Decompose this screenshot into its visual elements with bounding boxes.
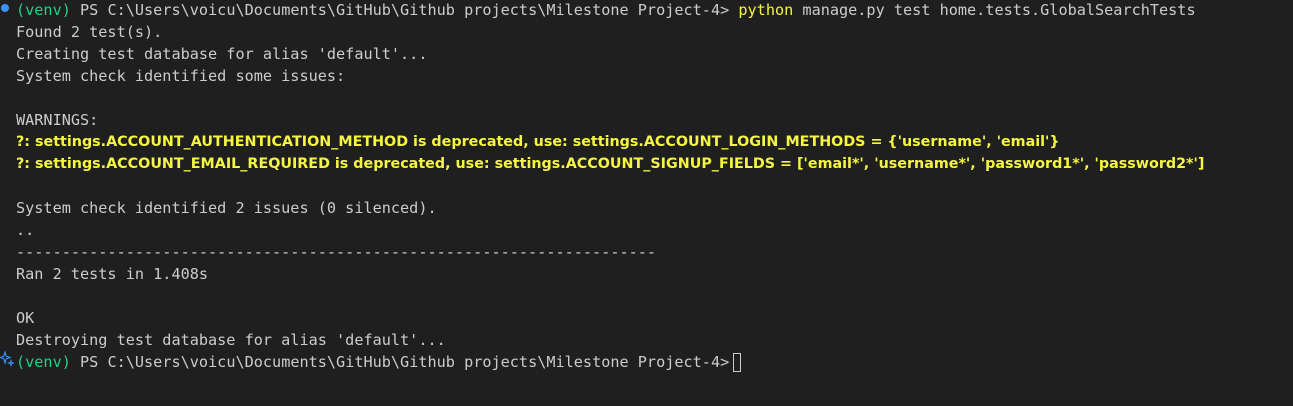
sparkle-icon[interactable] bbox=[0, 351, 14, 367]
output-line-ran: Ran 2 tests in 1.408s bbox=[16, 265, 209, 283]
output-line-warnings-header: WARNINGS: bbox=[16, 111, 99, 129]
output-line-separator: ----------------------------------------… bbox=[16, 243, 657, 261]
output-line-syscheck: System check identified some issues: bbox=[16, 67, 346, 85]
output-line-found: Found 2 test(s). bbox=[16, 23, 163, 41]
command-program: python bbox=[738, 1, 794, 19]
venv-label: (venv) bbox=[16, 1, 71, 19]
output-line-dots: .. bbox=[16, 221, 35, 239]
prompt-path: PS C:\Users\voicu\Documents\GitHub\Githu… bbox=[80, 353, 730, 371]
venv-label: (venv) bbox=[16, 353, 71, 371]
text-cursor[interactable] bbox=[733, 353, 742, 372]
command-line: (venv) PS C:\Users\voicu\Documents\GitHu… bbox=[16, 0, 1196, 21]
prompt-path: PS C:\Users\voicu\Documents\GitHub\Githu… bbox=[80, 1, 730, 19]
output-line-destroying: Destroying test database for alias 'defa… bbox=[16, 331, 446, 349]
output-line-creating: Creating test database for alias 'defaul… bbox=[16, 45, 428, 63]
prompt-line[interactable]: (venv) PS C:\Users\voicu\Documents\GitHu… bbox=[16, 351, 742, 373]
terminal-panel[interactable]: (venv) PS C:\Users\voicu\Documents\GitHu… bbox=[0, 0, 1293, 406]
status-dot-icon[interactable] bbox=[1, 4, 9, 12]
warning-line-2: ?: settings.ACCOUNT_EMAIL_REQUIRED is de… bbox=[16, 156, 1205, 172]
command-args: manage.py test home.tests.GlobalSearchTe… bbox=[802, 1, 1196, 19]
warning-line-1: ?: settings.ACCOUNT_AUTHENTICATION_METHO… bbox=[16, 134, 1060, 150]
output-line-syscheck-result: System check identified 2 issues (0 sile… bbox=[16, 199, 437, 217]
output-line-ok: OK bbox=[16, 309, 35, 327]
